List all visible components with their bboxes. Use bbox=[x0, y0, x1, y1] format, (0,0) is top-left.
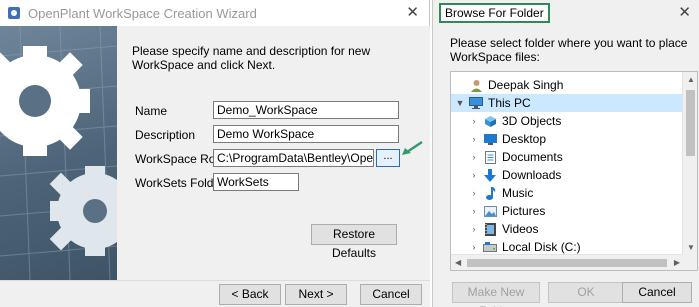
tree-item-label: Deepak Singh bbox=[488, 78, 564, 92]
chevron-right-icon: › bbox=[472, 170, 476, 180]
chevron-right-icon: › bbox=[472, 134, 476, 144]
desktop-icon bbox=[483, 133, 497, 146]
tree-item-pictures[interactable]: › Pictures bbox=[451, 202, 683, 220]
videos-icon bbox=[483, 222, 497, 236]
gear-artwork-icon bbox=[0, 26, 117, 280]
worksets-folder-input[interactable]: WorkSets bbox=[213, 173, 299, 191]
tree-item-videos[interactable]: › Videos bbox=[451, 220, 683, 238]
wizard-titlebar: OpenPlant WorkSpace Creation Wizard ✕ bbox=[0, 0, 429, 26]
vertical-scroll-thumb[interactable] bbox=[686, 90, 695, 156]
description-label: Description bbox=[135, 128, 196, 142]
user-icon bbox=[469, 79, 483, 92]
wizard-close-button[interactable]: ✕ bbox=[406, 3, 419, 21]
browse-dialog-title: Browse For Folder bbox=[439, 3, 550, 23]
documents-icon bbox=[483, 150, 497, 164]
back-button[interactable]: < Back bbox=[219, 284, 281, 305]
workspace-root-input[interactable]: C:\ProgramData\Bentley\OpenPlant bbox=[213, 149, 374, 167]
pointer-arrow-icon bbox=[402, 140, 423, 155]
browse-button[interactable]: ... bbox=[376, 149, 400, 167]
name-label: Name bbox=[135, 104, 168, 118]
music-icon bbox=[483, 186, 497, 200]
scrollbar-corner bbox=[682, 254, 697, 270]
scroll-down-icon[interactable]: ▼ bbox=[687, 243, 695, 252]
tree-item-label: This PC bbox=[488, 96, 531, 110]
tree-horizontal-scrollbar[interactable]: ◀ ▶ bbox=[451, 254, 684, 270]
disk-icon bbox=[483, 241, 497, 254]
wizard-gear-artwork bbox=[0, 26, 117, 280]
name-input[interactable]: Demo_WorkSpace bbox=[213, 101, 399, 119]
folder-tree[interactable]: Deepak Singh ▼ This PC › 3D Objects › De… bbox=[450, 71, 698, 271]
chevron-right-icon: › bbox=[472, 116, 476, 126]
scroll-left-icon[interactable]: ◀ bbox=[455, 258, 461, 267]
tree-item-label: Downloads bbox=[502, 168, 562, 182]
tree-item-label: 3D Objects bbox=[502, 114, 562, 128]
tree-item-label: Pictures bbox=[502, 204, 546, 218]
browse-instructions: Please select folder where you want to p… bbox=[450, 36, 688, 64]
wizard-instructions: Please specify name and description for … bbox=[132, 44, 371, 72]
tree-item-label: Documents bbox=[502, 150, 563, 164]
3d-objects-icon bbox=[483, 115, 497, 128]
scroll-up-icon[interactable]: ▲ bbox=[687, 75, 695, 84]
tree-item-this-pc[interactable]: ▼ This PC bbox=[451, 94, 683, 112]
scroll-right-icon[interactable]: ▶ bbox=[674, 258, 680, 267]
chevron-right-icon: › bbox=[472, 152, 476, 162]
horizontal-scroll-thumb[interactable] bbox=[467, 259, 667, 267]
downloads-icon bbox=[483, 168, 497, 182]
tree-item-label: Music bbox=[502, 186, 534, 200]
tree-item-label: Videos bbox=[502, 222, 539, 236]
computer-icon bbox=[469, 97, 483, 110]
cancel-button[interactable]: Cancel bbox=[360, 284, 422, 305]
tree-item-desktop[interactable]: › Desktop bbox=[451, 130, 683, 148]
chevron-right-icon: › bbox=[472, 206, 476, 216]
wizard-title: OpenPlant WorkSpace Creation Wizard bbox=[28, 5, 257, 21]
tree-item-downloads[interactable]: › Downloads bbox=[451, 166, 683, 184]
wizard-footer: < Back Next > Cancel bbox=[0, 280, 430, 307]
tree-vertical-scrollbar[interactable]: ▲ ▼ bbox=[682, 72, 697, 255]
tree-item-documents[interactable]: › Documents bbox=[451, 148, 683, 166]
browse-cancel-button[interactable]: Cancel bbox=[622, 282, 692, 303]
browse-close-button[interactable]: ✕ bbox=[678, 3, 691, 21]
wizard-content: Please specify name and description for … bbox=[117, 26, 430, 280]
chevron-down-icon: ▼ bbox=[455, 98, 465, 108]
tree-item-3d-objects[interactable]: › 3D Objects bbox=[451, 112, 683, 130]
description-input[interactable]: Demo WorkSpace bbox=[213, 125, 399, 143]
worksets-folder-label: WorkSets Folder bbox=[135, 176, 225, 190]
tree-item-user[interactable]: Deepak Singh bbox=[451, 76, 683, 94]
make-new-folder-button[interactable]: Make New Folder bbox=[452, 282, 540, 307]
workspace-wizard-window: OpenPlant WorkSpace Creation Wizard ✕ Pl… bbox=[0, 0, 430, 307]
app-icon bbox=[8, 7, 20, 19]
chevron-right-icon: › bbox=[472, 188, 476, 198]
ok-button[interactable]: OK bbox=[548, 282, 624, 303]
tree-item-music[interactable]: › Music bbox=[451, 184, 683, 202]
workspace-root-label: WorkSpace Root bbox=[135, 152, 226, 166]
pictures-icon bbox=[483, 205, 497, 218]
tree-item-label: Local Disk (C:) bbox=[502, 240, 581, 254]
browse-for-folder-dialog: Browse For Folder ✕ Please select folder… bbox=[432, 0, 699, 307]
chevron-right-icon: › bbox=[472, 224, 476, 234]
tree-item-label: Desktop bbox=[502, 132, 547, 146]
next-button[interactable]: Next > bbox=[285, 284, 347, 305]
chevron-right-icon: › bbox=[472, 242, 476, 252]
restore-defaults-button[interactable]: Restore Defaults bbox=[311, 224, 397, 260]
